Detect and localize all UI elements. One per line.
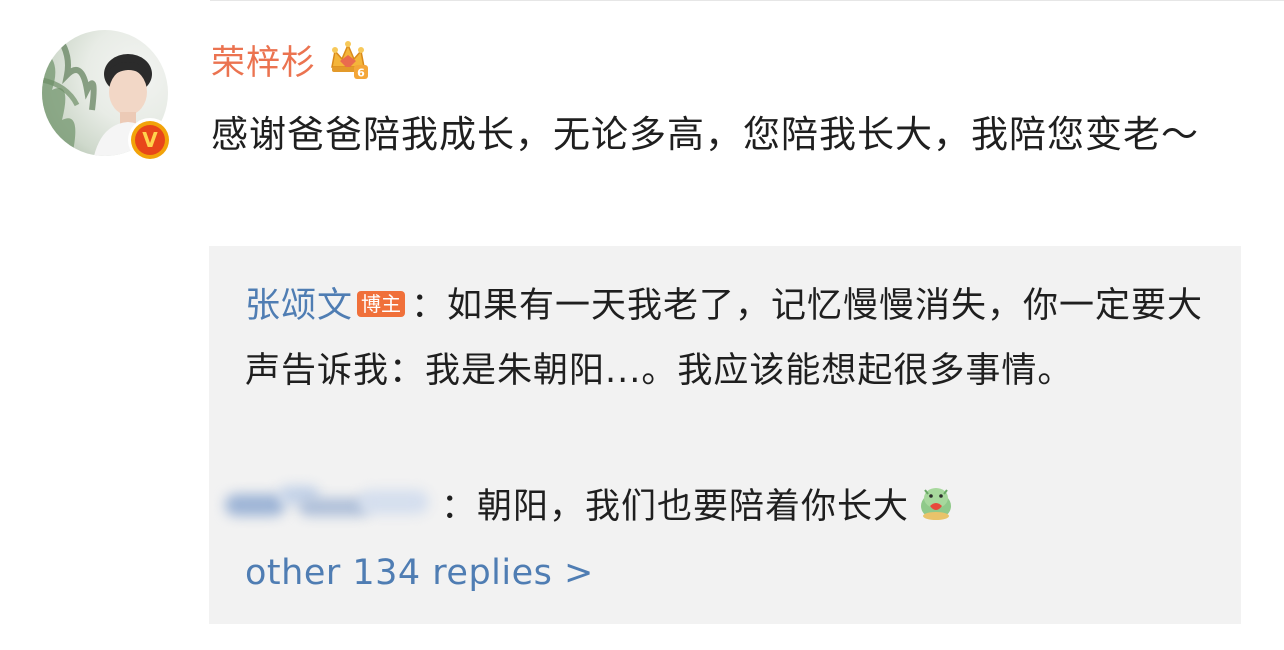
dragon-hug-emoji-icon — [917, 484, 955, 522]
replies-panel: 张颂文 博主 ：如果有一天我老了，记忆慢慢消失，你一定要大声告诉我：我是朱朝阳...… — [209, 246, 1241, 624]
author-badge: 博主 — [357, 291, 406, 317]
verified-badge-icon: V — [128, 118, 172, 162]
crown-level-icon[interactable]: 6 — [326, 37, 370, 81]
reply-item[interactable]: ：朝阳，我们也要陪着你长大 — [219, 478, 955, 528]
top-divider — [210, 0, 1284, 1]
reply-author[interactable]: 张颂文 — [245, 286, 353, 326]
blurred-username[interactable] — [219, 480, 437, 526]
reply-item[interactable]: 张颂文 博主 ：如果有一天我老了，记忆慢慢消失，你一定要大声告诉我：我是朱朝阳...… — [245, 274, 1215, 404]
level-number: 6 — [357, 67, 365, 80]
reply-text: ：朝阳，我们也要陪着你长大 — [441, 486, 910, 527]
more-replies-link[interactable]: other 134 replies > — [245, 548, 594, 598]
username[interactable]: 荣梓杉 — [211, 35, 316, 84]
post-header: 荣梓杉 6 — [211, 34, 370, 84]
post-text: 感谢爸爸陪我成长，无论多高，您陪我长大，我陪您变老～ — [211, 113, 1199, 156]
